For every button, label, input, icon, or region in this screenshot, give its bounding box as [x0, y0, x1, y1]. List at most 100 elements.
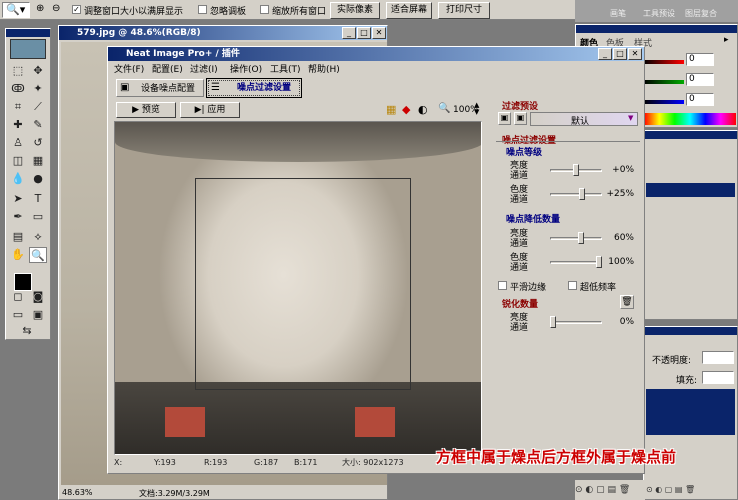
screen-mode-icon[interactable]: ▭ [9, 307, 27, 323]
preview-image[interactable] [114, 121, 482, 455]
crop-tool-icon[interactable]: ⌗ [9, 99, 27, 115]
menu-filter[interactable]: 过滤(I) [190, 63, 218, 77]
selection-box[interactable] [195, 178, 411, 390]
noise-level-chroma-slider[interactable] [550, 193, 602, 196]
blue-value-field[interactable]: 0 [686, 93, 714, 106]
feather-logo [10, 39, 46, 59]
sharpen-trash-icon[interactable]: 🗑 [620, 295, 634, 309]
red-value-field[interactable]: 0 [686, 53, 714, 66]
preset-save-icon[interactable]: ▣ [514, 112, 527, 125]
palette-well-tab-brushes[interactable]: 画笔 [610, 8, 626, 19]
document-minimize-button[interactable]: _ [342, 27, 356, 39]
magic-wand-icon[interactable]: ✦ [29, 81, 47, 97]
annotation-caption: 方框中属于燥点后方框外属于燥点前 [436, 448, 677, 466]
zoom-spin-icon[interactable]: ▲ ▼ [474, 102, 479, 116]
sharpen-luma-slider[interactable] [550, 321, 602, 324]
noise-reduction-luma-slider[interactable] [550, 237, 602, 240]
apply-button[interactable]: ▶| 应用 [180, 102, 240, 118]
menu-tools[interactable]: 工具(T) [270, 63, 301, 77]
zoom-all-checkbox[interactable] [260, 5, 269, 14]
blue-slider-track[interactable] [644, 100, 684, 104]
healing-brush-icon[interactable]: ✚ [9, 117, 27, 133]
eyedropper-icon[interactable]: ⟡ [29, 229, 47, 245]
zoom-tool-box-icon[interactable]: 🔍 [29, 247, 47, 263]
slice-tool-icon[interactable]: ⟋ [29, 99, 47, 115]
smooth-edges-checkbox[interactable] [498, 281, 507, 290]
zoom-tool-icon[interactable]: 🔍▾ [2, 2, 30, 18]
palette-well-tab-presets[interactable]: 工具预设 [643, 8, 675, 19]
tab-noise-filter[interactable]: ☰ 噪点过滤设置 [206, 78, 302, 98]
ignore-palettes-checkbox[interactable] [198, 5, 207, 14]
color-spectrum-bar[interactable] [644, 113, 736, 125]
contrast-icon[interactable]: ◐ [418, 103, 428, 116]
noise-reduction-luma-label: 亮度通道 [509, 229, 528, 249]
selected-layer-row[interactable] [646, 389, 735, 435]
actual-pixels-button[interactable]: 实际像素 [330, 2, 380, 19]
blur-tool-icon[interactable]: 💧 [9, 171, 27, 187]
shape-tool-icon[interactable]: ▭ [29, 209, 47, 225]
type-tool-icon[interactable]: T [29, 191, 47, 207]
preview-scrollbar[interactable] [481, 122, 482, 455]
pen-tool-icon[interactable]: ✒ [9, 209, 27, 225]
menu-profile[interactable]: 配置(E) [152, 63, 183, 77]
magnifier-icon[interactable]: 🔍 [438, 103, 450, 114]
notes-tool-icon[interactable]: ▤ [9, 229, 27, 245]
full-screen-mode-icon[interactable]: ▣ [29, 307, 47, 323]
lasso-tool-icon[interactable]: ↂ [9, 81, 27, 97]
ultra-low-freq-checkbox[interactable] [568, 281, 577, 290]
jump-to-imageready-icon[interactable]: ⇆ [18, 323, 36, 339]
fit-screen-button[interactable]: 适合屏幕 [386, 2, 432, 19]
fill-field[interactable] [702, 371, 734, 384]
resize-window-checkbox[interactable]: ✓ [72, 5, 81, 14]
history-brush-icon[interactable]: ↺ [29, 135, 47, 151]
path-select-icon[interactable]: ➤ [9, 191, 27, 207]
palette-well-tab-comps[interactable]: 图层复合 [685, 8, 717, 19]
quickmask-on-icon[interactable]: ◙ [29, 289, 47, 305]
opacity-field[interactable] [702, 351, 734, 364]
history-selected-item[interactable] [646, 183, 735, 197]
plugin-maximize-button[interactable]: □ [613, 48, 627, 60]
zoom-in-icon[interactable]: ⊕ [36, 3, 44, 14]
preview-button[interactable]: ▶ 预览 [116, 102, 176, 118]
palette-menu-icon[interactable]: ▸ [724, 35, 729, 45]
preset-select[interactable]: 默认 ▼ [530, 112, 638, 127]
brush-tool-icon[interactable]: ✎ [29, 117, 47, 133]
menu-file[interactable]: 文件(F) [114, 63, 144, 77]
gradient-tool-icon[interactable]: ▦ [29, 153, 47, 169]
noise-level-chroma-slider-thumb[interactable] [578, 188, 585, 200]
noise-reduction-luma-slider-thumb[interactable] [577, 232, 584, 244]
palette-icon[interactable]: ▦ [386, 103, 396, 116]
history-list[interactable] [646, 161, 735, 316]
preset-load-icon[interactable]: ▣ [498, 112, 511, 125]
eraser-tool-icon[interactable]: ◫ [9, 153, 27, 169]
green-value-field[interactable]: 0 [686, 73, 714, 86]
green-slider-track[interactable] [644, 80, 684, 84]
hand-tool-icon[interactable]: ✋ [9, 247, 27, 263]
menu-action[interactable]: 操作(O) [230, 63, 262, 77]
history-header [644, 131, 737, 139]
plugin-minimize-button[interactable]: _ [598, 48, 612, 60]
noise-level-luma-slider-thumb[interactable] [573, 164, 579, 176]
quickmask-off-icon[interactable]: ◻ [9, 289, 27, 305]
bottom-strip: ⊙ ◐ ▢ ▤ 🗑 [575, 480, 645, 500]
stamp-tool-icon[interactable]: ♙ [9, 135, 27, 151]
plugin-close-button[interactable]: ✕ [628, 48, 642, 60]
document-zoom[interactable]: 48.63% [62, 488, 93, 497]
document-close-button[interactable]: ✕ [372, 27, 386, 39]
noise-reduction-chroma-slider-thumb[interactable] [596, 256, 602, 268]
menu-help[interactable]: 帮助(H) [308, 63, 340, 77]
print-size-button[interactable]: 打印尺寸 [438, 2, 490, 19]
settings-panel: 过滤预设 ▣ ▣ 默认 ▼ 噪点过滤设置 噪点等级 亮度通道 +0% 色度通道 … [492, 99, 642, 471]
zoom-out-icon[interactable]: ⊖ [52, 3, 60, 14]
color-wheel-icon[interactable]: ◆ [402, 103, 410, 116]
move-tool-icon[interactable]: ✥ [29, 63, 47, 79]
apply-icon: ▶| [194, 105, 208, 115]
ultra-low-freq-label: 超低频率 [580, 283, 617, 293]
document-maximize-button[interactable]: □ [357, 27, 371, 39]
tab-device-profile[interactable]: ▣ 设备噪点配置 [116, 79, 204, 97]
noise-reduction-chroma-slider[interactable] [550, 261, 602, 264]
dodge-tool-icon[interactable]: ● [29, 171, 47, 187]
marquee-tool-icon[interactable]: ⬚ [9, 63, 27, 79]
sharpen-luma-slider-thumb[interactable] [550, 316, 556, 328]
red-slider-track[interactable] [644, 60, 684, 64]
